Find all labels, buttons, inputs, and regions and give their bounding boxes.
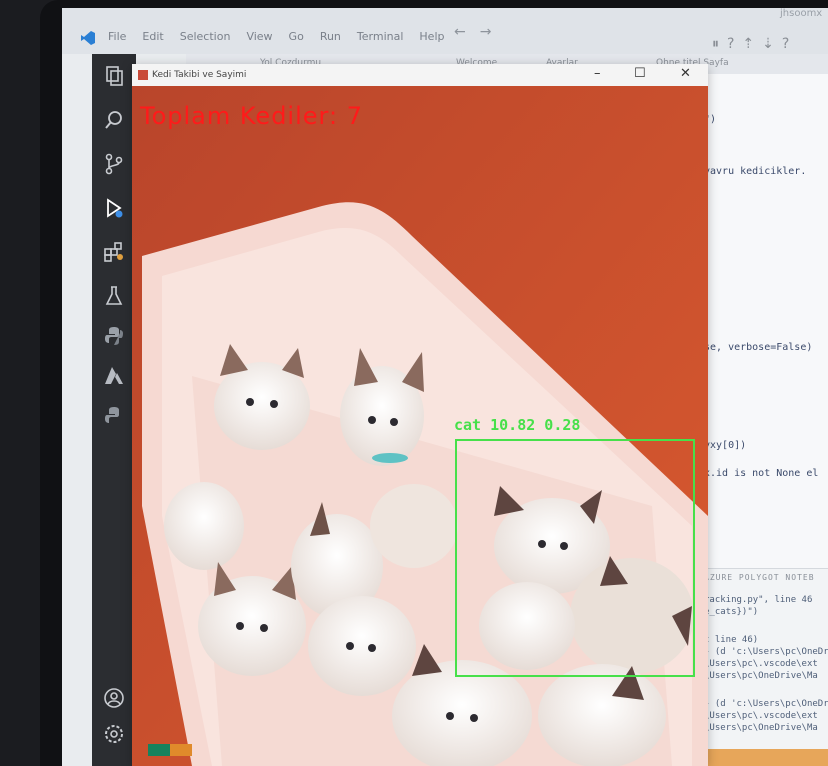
opencv-window[interactable]: Kedi Takibi ve Sayimi – ☐ ✕ Toplam Kedil… [132, 64, 708, 766]
terminal-line: racking.py", line 46 [704, 595, 813, 605]
terminal-line: t line 46) [704, 635, 759, 645]
menu-file[interactable]: File [108, 30, 126, 43]
code-line: yxy[0]) [704, 440, 747, 451]
menu-go[interactable]: Go [289, 30, 304, 43]
settings-icon[interactable] [102, 722, 126, 746]
minimize-icon[interactable]: – [594, 66, 601, 81]
terminal-line: } (d 'c:\Users\pc\OneDr [704, 699, 828, 709]
menu: File Edit Selection View Go Run Terminal… [108, 30, 444, 43]
terminal-line: \Users\pc\.vscode\ext [704, 711, 818, 721]
terminal-line: } (d 'c:\Users\pc\OneDr [704, 647, 828, 657]
run-debug-icon[interactable] [102, 196, 126, 220]
nav-arrows[interactable]: ←→ [454, 24, 505, 40]
detection-label: cat 10.82 0.28 [454, 416, 581, 434]
close-icon[interactable]: ✕ [680, 66, 691, 81]
azure-icon[interactable] [102, 364, 126, 388]
maximize-icon[interactable]: ☐ [634, 66, 646, 81]
menu-run[interactable]: Run [320, 30, 341, 43]
account-icon[interactable] [102, 686, 126, 710]
terminal-line: e_cats})") [704, 607, 759, 617]
cat-count-overlay: Toplam Kediler: 7 [140, 102, 363, 130]
explorer-icon[interactable] [102, 64, 126, 88]
status-bar-remote[interactable] [148, 744, 192, 756]
window-titlebar[interactable]: Kedi Takibi ve Sayimi – ☐ ✕ [132, 64, 708, 86]
vscode-logo-icon [80, 30, 96, 46]
code-line: se, verbose=False) [704, 342, 813, 353]
menu-terminal[interactable]: Terminal [357, 30, 404, 43]
menu-selection[interactable]: Selection [180, 30, 231, 43]
detection-box [455, 439, 695, 677]
docker-icon[interactable] [102, 404, 126, 428]
vscode-menubar: File Edit Selection View Go Run Terminal… [62, 8, 828, 54]
panel-tabs[interactable]: AZURE POLYGOT NOTEB [704, 573, 815, 582]
extensions-icon[interactable] [102, 240, 126, 264]
screen: File Edit Selection View Go Run Terminal… [62, 8, 828, 766]
activity-bar [92, 54, 136, 766]
menu-edit[interactable]: Edit [142, 30, 163, 43]
menu-help[interactable]: Help [419, 30, 444, 43]
command-search[interactable]: jhsoomx [780, 8, 822, 19]
menu-view[interactable]: View [246, 30, 272, 43]
terminal-line: \Users\pc\.vscode\ext [704, 659, 818, 669]
search-icon[interactable] [102, 108, 126, 132]
source-control-icon[interactable] [102, 152, 126, 176]
video-frame: Toplam Kediler: 7 cat 10.82 0.28 [132, 86, 708, 766]
window-title: Kedi Takibi ve Sayimi [152, 70, 247, 80]
terminal-line: \Users\pc\OneDrive\Ma [704, 723, 818, 733]
terminal-line: \Users\pc\OneDrive\Ma [704, 671, 818, 681]
app-icon [138, 70, 148, 80]
python-icon[interactable] [102, 324, 126, 348]
debug-toolbar[interactable]: ⏸?⇡⇣? [712, 36, 797, 52]
code-line: x.id is not None el [704, 468, 819, 479]
testing-icon[interactable] [102, 284, 126, 308]
status-bar-warning [170, 744, 192, 756]
code-line: yavru kedicikler. [704, 166, 807, 177]
